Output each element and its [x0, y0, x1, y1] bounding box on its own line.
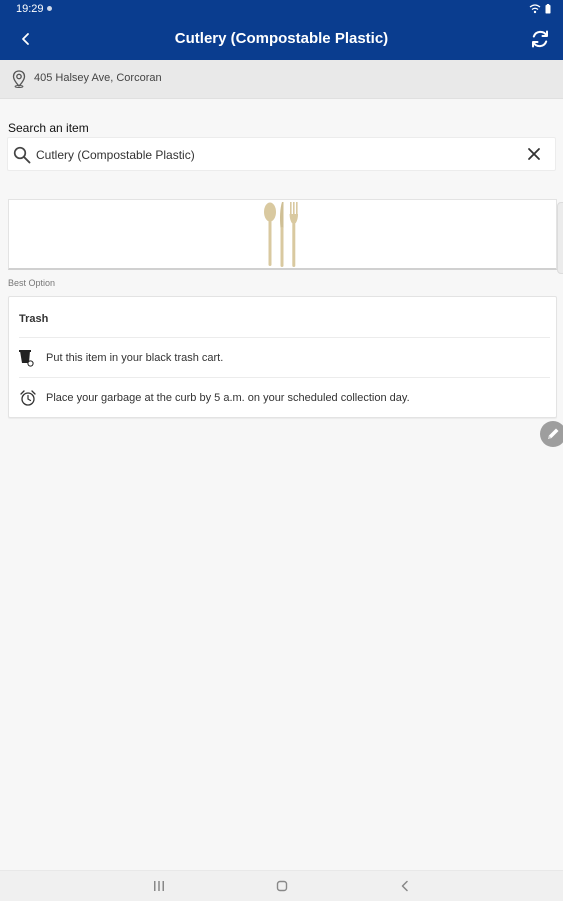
- status-icons: [529, 4, 551, 14]
- home-button[interactable]: [275, 879, 289, 898]
- search-field[interactable]: [7, 137, 556, 171]
- home-icon: [276, 880, 288, 892]
- location-bar[interactable]: 405 Halsey Ave, Corcoran: [0, 60, 563, 99]
- trash-cart-icon: [19, 349, 37, 374]
- edit-button[interactable]: [540, 421, 563, 447]
- best-option-card: Trash Put this item in your black trash …: [8, 296, 557, 418]
- page-title: Cutlery (Compostable Plastic): [174, 30, 389, 47]
- recent-apps-icon: [154, 881, 164, 891]
- instruction-text: Put this item in your black trash cart.: [46, 352, 224, 364]
- nav-back-button[interactable]: [398, 879, 412, 898]
- divider: [19, 377, 550, 378]
- wifi-icon: [529, 4, 541, 14]
- app-bar: 19:29 Cutlery (Compostable Plastic): [0, 0, 563, 60]
- close-icon: [528, 148, 540, 160]
- notification-dot-icon: [47, 6, 52, 11]
- refresh-button[interactable]: [527, 26, 553, 52]
- search-input[interactable]: [34, 144, 518, 166]
- side-drawer-handle[interactable]: [557, 202, 563, 274]
- alarm-clock-icon: [19, 389, 37, 412]
- battery-icon: [545, 4, 551, 14]
- back-icon: [401, 880, 408, 892]
- status-time: 19:29: [16, 3, 44, 15]
- address-text: 405 Halsey Ave, Corcoran: [34, 72, 162, 84]
- best-option-label: Best Option: [8, 278, 56, 288]
- cutlery-icon: [264, 202, 298, 267]
- divider: [19, 337, 550, 338]
- clear-search-button[interactable]: [527, 147, 541, 166]
- recent-apps-button[interactable]: [152, 879, 166, 898]
- item-image-card: [8, 199, 557, 270]
- location-pin-icon: [12, 70, 26, 93]
- pencil-icon: [548, 428, 559, 439]
- system-nav-bar: [0, 870, 563, 901]
- refresh-icon: [532, 30, 548, 48]
- disposal-method-title: Trash: [19, 313, 49, 325]
- instruction-text: Place your garbage at the curb by 5 a.m.…: [46, 392, 410, 404]
- search-label: Search an item: [8, 121, 89, 135]
- search-icon: [13, 146, 31, 169]
